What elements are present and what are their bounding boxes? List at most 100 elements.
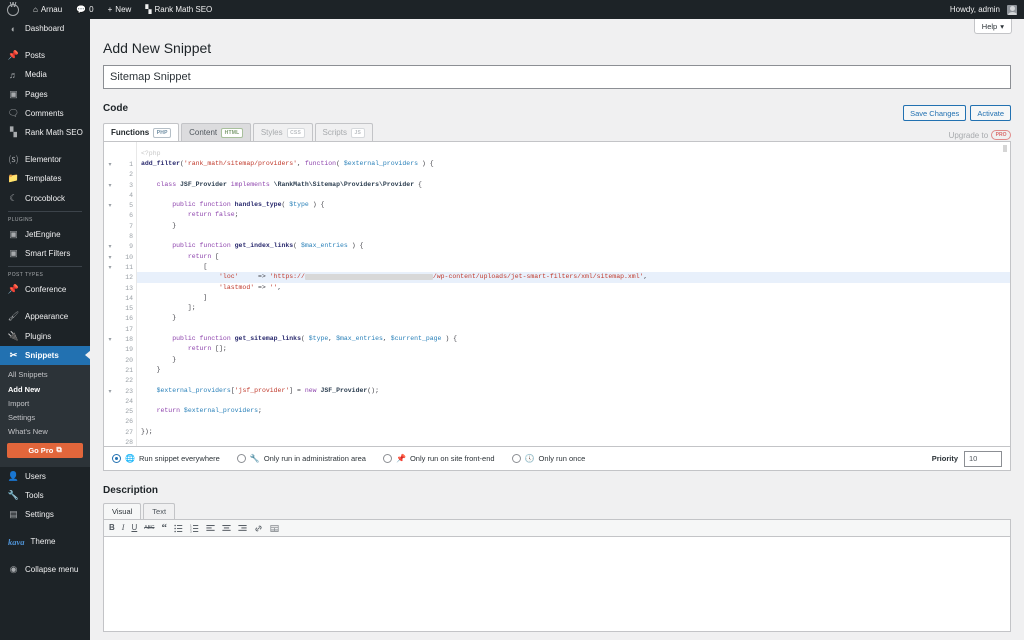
sidebar-item-comments[interactable]: 🗨 Comments <box>0 104 90 123</box>
scope-option-everywhere[interactable]: 🌐 Run snippet everywhere <box>112 454 220 463</box>
new-content-menu[interactable]: + New <box>101 0 139 19</box>
strikethrough-icon[interactable]: ABC <box>144 525 154 531</box>
smartfilters-icon: ▣ <box>9 247 18 258</box>
submenu-item-whats-new[interactable]: What's New <box>0 425 90 439</box>
sidebar-item-dashboard[interactable]: ◐ Dashboard <box>0 19 90 38</box>
scope-option-admin[interactable]: 🔧 Only run in administration area <box>236 454 366 463</box>
code-section-heading: Code <box>103 103 128 114</box>
globe-icon: 🌐 <box>125 454 135 463</box>
fold-toggle-icon[interactable]: ▾ <box>104 263 116 273</box>
css-badge: CSS <box>286 127 305 138</box>
site-name-menu[interactable]: ⌂ Arnau <box>26 0 69 19</box>
sidebar-item-smart-filters[interactable]: ▣ Smart Filters <box>0 244 90 263</box>
radio-frontend[interactable] <box>382 454 392 463</box>
php-open-tag-hint: <?php <box>141 150 161 157</box>
sidebar-group-label-post-types: POST TYPES <box>8 272 44 279</box>
clock-icon: 🕔 <box>524 454 535 463</box>
sidebar-item-settings[interactable]: ▤ Settings <box>0 505 90 524</box>
sidebar-item-snippets[interactable]: ✂ Snippets <box>0 345 90 365</box>
sidebar-item-tools[interactable]: 🔧 Tools <box>0 486 90 505</box>
sidebar-item-templates[interactable]: 📁 Templates <box>0 169 90 188</box>
sidebar-item-crocoblock[interactable]: ☾ Crocoblock <box>0 189 90 208</box>
upgrade-to-pro-link[interactable]: Upgrade to PRO <box>949 130 1011 140</box>
fold-toggle-icon[interactable]: ▾ <box>104 201 116 211</box>
submenu-item-all-snippets[interactable]: All Snippets <box>0 368 90 382</box>
comments-count: 0 <box>89 5 94 14</box>
sidebar-item-elementor[interactable]: ⒮ Elementor <box>0 150 90 169</box>
code-editor[interactable]: ▾ ▾ ▾ ▾ ▾ ▾ ▾ ▾ 1 2 3 4 5 6 7 8 9 10 11 12 13 14 15 16 17 18 19 20… <box>103 141 1011 447</box>
editor-scroll-indicator[interactable] <box>1003 145 1007 152</box>
my-account-menu[interactable]: Howdy, admin <box>943 0 1024 19</box>
submenu-item-settings[interactable]: Settings <box>0 410 90 424</box>
fold-toggle-icon[interactable]: ▾ <box>104 160 116 170</box>
sidebar-item-theme[interactable]: kava Theme <box>0 532 90 551</box>
snippet-title-input[interactable] <box>103 65 1011 89</box>
content-wrap: Code Functions PHP Content HTML Styles C… <box>90 65 1024 632</box>
help-tab-button[interactable]: Help ▾ <box>973 19 1012 34</box>
sidebar-item-conference[interactable]: 📌 Conference <box>0 280 90 299</box>
align-right-icon[interactable] <box>238 524 247 533</box>
sidebar-item-label: Tools <box>25 491 44 501</box>
fold-toggle-icon[interactable]: ▾ <box>104 242 116 252</box>
sidebar-item-posts[interactable]: 📌 Posts <box>0 46 90 65</box>
radio-everywhere[interactable] <box>112 454 121 463</box>
collapse-menu-label: Collapse menu <box>25 564 79 574</box>
fold-toggle-icon[interactable]: ▾ <box>104 181 116 191</box>
wordpress-logo-menu[interactable] <box>0 0 26 19</box>
link-icon[interactable] <box>254 524 263 533</box>
rank-math-menu[interactable]: ▚ Rank Math SEO <box>138 0 219 19</box>
tab-visual[interactable]: Visual <box>103 503 142 519</box>
underline-icon[interactable]: U <box>131 524 137 532</box>
js-badge: JS <box>350 127 365 138</box>
sidebar-item-plugins[interactable]: 🔌 Plugins <box>0 326 90 345</box>
align-center-icon[interactable] <box>222 524 231 533</box>
scope-option-frontend[interactable]: 📌 Only run on site front-end <box>382 454 495 463</box>
priority-input[interactable] <box>964 450 1002 467</box>
align-left-icon[interactable] <box>206 524 215 533</box>
tab-content[interactable]: Content HTML <box>181 123 251 141</box>
pin-icon: 📌 <box>7 284 20 295</box>
numbered-list-icon[interactable]: 1 2 3 <box>190 524 199 533</box>
sidebar-item-appearance[interactable]: 🖌 Appearance <box>0 307 90 326</box>
sidebar-item-jetengine[interactable]: ▣ JetEngine <box>0 225 90 244</box>
sidebar-item-label: Plugins <box>25 331 52 341</box>
fold-toggle-icon[interactable]: ▾ <box>104 253 116 263</box>
submenu-item-add-new[interactable]: Add New <box>0 382 90 396</box>
collapse-menu-button[interactable]: ◉ Collapse menu <box>0 560 90 579</box>
code-fold-gutter[interactable]: ▾ ▾ ▾ ▾ ▾ ▾ ▾ ▾ <box>104 142 116 446</box>
italic-icon[interactable]: I <box>122 524 125 532</box>
align-center-glyph <box>222 524 231 531</box>
tab-functions[interactable]: Functions PHP <box>103 123 180 141</box>
fold-toggle-icon[interactable]: ▾ <box>104 387 116 397</box>
tab-scripts[interactable]: Scripts JS <box>314 123 373 141</box>
blockquote-icon[interactable]: “ <box>162 522 168 534</box>
sidebar-item-pages[interactable]: ▣ Pages <box>0 85 90 104</box>
activate-button[interactable]: Activate <box>970 105 1011 121</box>
save-changes-button[interactable]: Save Changes <box>903 105 967 121</box>
code-text-area[interactable]: <?php add_filter('rank_math/sitemap/prov… <box>136 142 1010 446</box>
fold-toggle-icon[interactable]: ▾ <box>104 335 116 345</box>
line-number: 2 <box>129 171 133 179</box>
more-toolbar-icon[interactable] <box>270 524 279 533</box>
sidebar-item-label: Media <box>25 70 47 80</box>
bulleted-list-icon[interactable] <box>174 524 183 533</box>
tab-styles[interactable]: Styles CSS <box>252 123 313 141</box>
submenu-item-import[interactable]: Import <box>0 396 90 410</box>
sidebar-item-media[interactable]: ♬ Media <box>0 65 90 84</box>
code-line-numbers: 1 2 3 4 5 6 7 8 9 10 11 12 13 14 15 16 17 18 19 20 21 22 23 24 2… <box>116 142 136 446</box>
scope-option-once[interactable]: 🕔 Only run once <box>511 454 585 463</box>
code-line: } <box>141 365 161 373</box>
bold-icon[interactable]: B <box>109 524 115 532</box>
radio-once[interactable] <box>511 454 521 463</box>
description-body[interactable] <box>103 537 1011 632</box>
sidebar-item-users[interactable]: 👤 Users <box>0 467 90 486</box>
tab-text[interactable]: Text <box>143 503 176 519</box>
go-pro-button[interactable]: Go Pro ⧉ <box>7 442 83 458</box>
sidebar-item-rank-math-seo[interactable]: ▚ Rank Math SEO <box>0 123 90 142</box>
comments-bubble[interactable]: 💬 0 <box>69 0 100 19</box>
radio-admin[interactable] <box>236 454 246 463</box>
